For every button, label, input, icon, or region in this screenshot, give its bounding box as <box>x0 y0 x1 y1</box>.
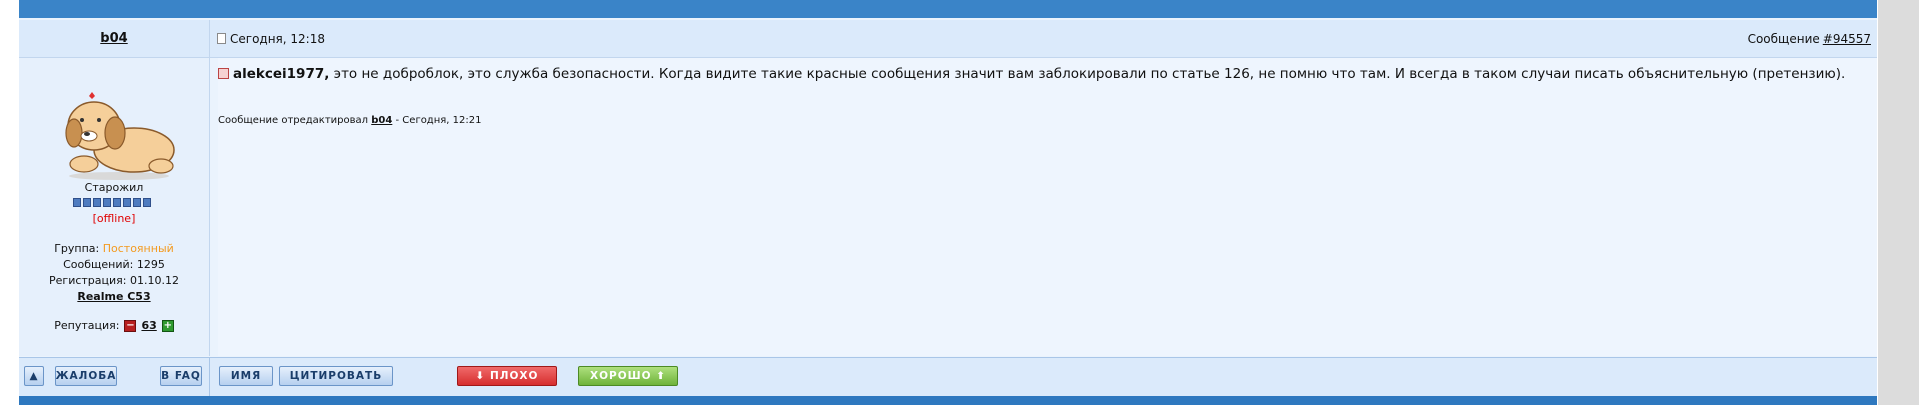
scroll-up-button[interactable]: ▲ <box>24 366 44 386</box>
post-header: b04 Сегодня, 12:18 Сообщение #94557 <box>19 20 1877 58</box>
rank-pip <box>83 198 91 207</box>
user-rank: Старожил <box>84 181 144 194</box>
reputation-label: Репутация: <box>54 319 120 332</box>
bad-button[interactable]: ⬇ ПЛОХО <box>457 366 557 386</box>
reputation-value[interactable]: 63 <box>141 319 156 332</box>
rank-pip <box>73 198 81 207</box>
rank-pip <box>143 198 151 207</box>
message-body: это не доброблок, это служба безопасност… <box>333 66 1846 82</box>
rank-pip <box>113 198 121 207</box>
author-link[interactable]: b04 <box>100 31 127 46</box>
rep-plus-icon[interactable]: + <box>161 319 174 332</box>
post-top-bar <box>19 0 1877 18</box>
post-count: Сообщений: 1295 <box>63 258 165 271</box>
post-date-text: Сегодня, 12:18 <box>230 31 325 46</box>
rank-pip <box>123 198 131 207</box>
quote-button[interactable]: ЦИТИРОВАТЬ <box>279 366 393 386</box>
dog-avatar <box>65 92 175 180</box>
edit-suffix: - Сегодня, 12:21 <box>395 115 482 126</box>
rank-pip <box>103 198 111 207</box>
forum-post: b04 Сегодня, 12:18 Сообщение #94557 Стар… <box>19 0 1877 405</box>
group-value: Постоянный <box>102 242 174 255</box>
addressee-nick[interactable]: alekcei1977, <box>233 66 329 82</box>
message-column: alekcei1977, это не доброблок, это служб… <box>218 58 1877 356</box>
reputation: Репутация: − 63 + <box>19 319 209 332</box>
document-icon <box>217 33 226 44</box>
scrollbar[interactable] <box>1878 0 1919 405</box>
post-bottom-bar <box>19 396 1877 405</box>
message-text: alekcei1977, это не доброблок, это служб… <box>218 66 1845 82</box>
faq-button[interactable]: В FAQ <box>160 366 202 386</box>
edit-prefix: Сообщение отредактировал <box>218 115 369 126</box>
rep-minus-icon[interactable]: − <box>124 319 137 332</box>
message-number-link[interactable]: #94557 <box>1823 32 1871 46</box>
message-number: Сообщение #94557 <box>1748 20 1871 57</box>
rank-pip <box>93 198 101 207</box>
author-cell: b04 <box>19 20 210 57</box>
footer-divider <box>209 358 210 396</box>
name-button[interactable]: ИМЯ <box>219 366 273 386</box>
quote-nick-icon[interactable] <box>218 68 229 79</box>
editor-link[interactable]: b04 <box>371 115 392 126</box>
user-stats: Группа: Постоянный Сообщений: 1295 Регис… <box>19 241 209 305</box>
rank-pips <box>73 198 151 207</box>
online-status: [offline] <box>92 212 136 225</box>
group-label: Группа: <box>54 242 100 255</box>
registration-date: Регистрация: 01.10.12 <box>49 274 179 287</box>
good-button[interactable]: ХОРОШО ⬆ <box>578 366 678 386</box>
user-device[interactable]: Realme C53 <box>19 289 209 305</box>
post-date: Сегодня, 12:18 <box>217 20 325 57</box>
rank-pip <box>133 198 141 207</box>
user-info-panel: Старожил [offline] Группа: Постоянный Со… <box>19 58 210 356</box>
complaint-button[interactable]: ЖАЛОБА <box>55 366 117 386</box>
edit-note: Сообщение отредактировал b04 - Сегодня, … <box>218 115 481 126</box>
post-body: Старожил [offline] Группа: Постоянный Со… <box>19 58 1877 356</box>
post-footer: ▲ ЖАЛОБА В FAQ ИМЯ ЦИТИРОВАТЬ ⬇ ПЛОХО ХО… <box>19 357 1877 396</box>
user-group: Группа: Постоянный <box>19 241 209 257</box>
message-label: Сообщение <box>1747 31 1820 46</box>
